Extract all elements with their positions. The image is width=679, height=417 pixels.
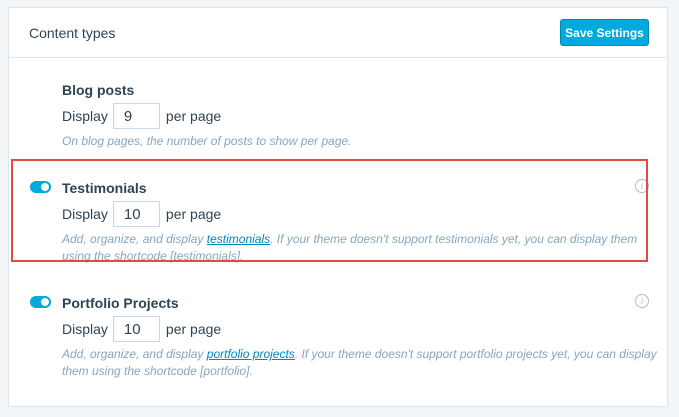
portfolio-description: Add, organize, and display portfolio pro… bbox=[62, 346, 662, 380]
blog-posts-per-page-input[interactable] bbox=[112, 103, 160, 129]
blog-posts-title: Blog posts bbox=[62, 82, 135, 98]
display-label: Display bbox=[62, 108, 108, 124]
blog-posts-display-row: Display per page bbox=[62, 103, 221, 129]
save-settings-button[interactable]: Save Settings bbox=[560, 19, 649, 46]
display-label: Display bbox=[62, 321, 108, 337]
card-header: Content types Save Settings bbox=[9, 8, 667, 58]
portfolio-title: Portfolio Projects bbox=[62, 295, 179, 311]
portfolio-toggle[interactable] bbox=[30, 296, 51, 308]
portfolio-info-icon[interactable]: i bbox=[635, 294, 649, 308]
toggle-knob bbox=[41, 298, 49, 306]
portfolio-desc-text: Add, organize, and display bbox=[62, 347, 207, 361]
testimonials-highlight-box bbox=[11, 159, 648, 262]
blog-posts-description: On blog pages, the number of posts to sh… bbox=[62, 134, 352, 148]
portfolio-link[interactable]: portfolio projects bbox=[207, 347, 295, 361]
per-page-label: per page bbox=[165, 108, 222, 124]
card-title: Content types bbox=[29, 25, 116, 41]
portfolio-display-row: Display per page bbox=[62, 316, 221, 342]
per-page-label: per page bbox=[165, 321, 222, 337]
portfolio-per-page-input[interactable] bbox=[112, 316, 160, 342]
